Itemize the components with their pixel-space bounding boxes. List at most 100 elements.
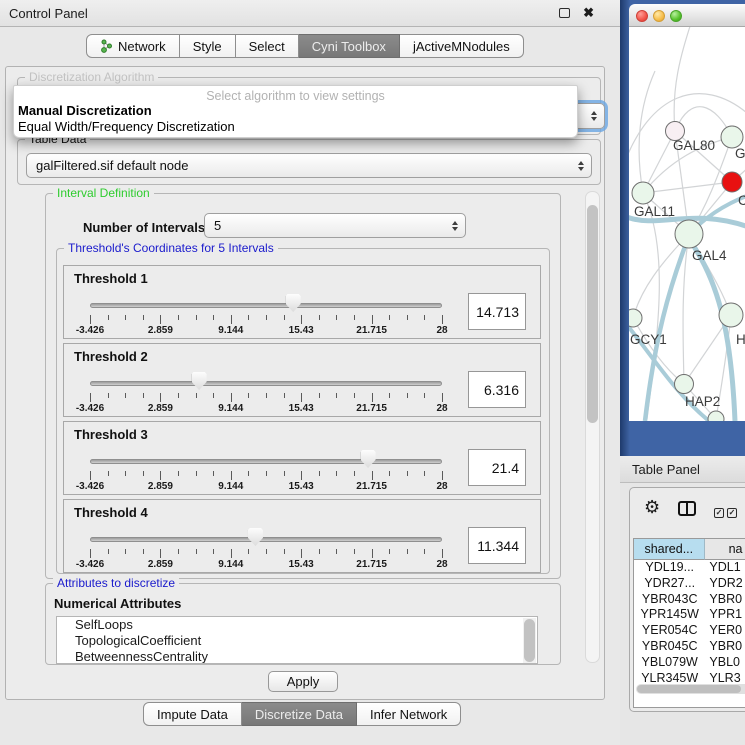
table-row[interactable]: YER054CYER0 xyxy=(634,623,745,639)
cell-shared-name[interactable]: YDR27... xyxy=(634,576,705,592)
tab-bottom-discretize-data[interactable]: Discretize Data xyxy=(242,702,357,726)
slider-tick-labels: -3.4262.8599.14415.4321.71528 xyxy=(90,325,442,336)
column-header-name[interactable]: na xyxy=(705,539,745,560)
cell-name[interactable]: YDR2 xyxy=(705,576,745,592)
gear-icon[interactable]: ⚙ xyxy=(644,497,660,518)
network-nodes[interactable] xyxy=(629,122,743,422)
minimize-traffic-light-icon[interactable] xyxy=(653,10,665,22)
list-scrollbar[interactable] xyxy=(523,618,536,663)
node-gal11[interactable] xyxy=(632,182,654,204)
tab-label: jActiveMNodules xyxy=(413,39,510,54)
threshold-value-box[interactable]: 21.4 xyxy=(468,449,526,486)
slider-handle[interactable] xyxy=(286,294,301,312)
tab-label: Cyni Toolbox xyxy=(312,39,386,54)
threshold-value-box[interactable]: 11.344 xyxy=(468,527,526,564)
tab-label: Network xyxy=(118,39,166,54)
bottom-tab-bar: Impute Data Discretize Data Infer Networ… xyxy=(143,702,461,726)
cell-shared-name[interactable]: YBR043C xyxy=(634,592,705,608)
table-panel-title: Table Panel xyxy=(632,462,700,477)
cell-name[interactable]: YBR0 xyxy=(705,639,745,655)
num-intervals-combo[interactable]: 5 xyxy=(204,213,466,238)
popup-option-equal-width[interactable]: Equal Width/Frequency Discretization xyxy=(14,119,577,135)
tab-top-select[interactable]: Select xyxy=(236,34,299,58)
table-data-combo[interactable]: galFiltered.sif default node xyxy=(26,153,592,178)
group-title: Interval Definition xyxy=(53,186,154,200)
tab-bottom-infer-network[interactable]: Infer Network xyxy=(357,702,461,726)
node-ga[interactable] xyxy=(721,126,743,148)
cell-shared-name[interactable]: YDL19... xyxy=(634,560,705,576)
cell-shared-name[interactable]: YBL079W xyxy=(634,655,705,671)
table-row[interactable]: YLR345WYLR3 xyxy=(634,671,745,682)
threshold-value-box[interactable]: 6.316 xyxy=(468,371,526,408)
network-window-titlebar[interactable] xyxy=(629,4,745,27)
cell-shared-name[interactable]: YER054C xyxy=(634,623,705,639)
zoom-traffic-light-icon[interactable] xyxy=(670,10,682,22)
node-gcy1[interactable] xyxy=(629,309,642,327)
slider-track[interactable] xyxy=(90,459,442,464)
scrollbar-thumb[interactable] xyxy=(587,205,598,423)
cell-name[interactable]: YPR1 xyxy=(705,607,745,623)
node-h[interactable] xyxy=(719,303,743,327)
tab-top-cyni-toolbox[interactable]: Cyni Toolbox xyxy=(299,34,400,58)
slider-handle[interactable] xyxy=(248,528,263,546)
slider-track[interactable] xyxy=(90,381,442,386)
popup-option-manual[interactable]: Manual Discretization xyxy=(14,103,577,119)
tab-top-network[interactable]: Network xyxy=(86,34,180,58)
tab-label: Style xyxy=(193,39,222,54)
float-window-icon[interactable] xyxy=(559,8,570,18)
node-hap2[interactable] xyxy=(675,375,694,394)
attribute-list[interactable]: SelfLoopsTopologicalCoefficientBetweenne… xyxy=(56,616,538,664)
cell-name[interactable]: YDL1 xyxy=(705,560,745,576)
scrollbar-thumb[interactable] xyxy=(637,685,741,693)
slider-handle[interactable] xyxy=(361,450,376,468)
cell-shared-name[interactable]: YLR345W xyxy=(634,671,705,682)
column-header-shared-name[interactable]: shared... xyxy=(634,539,705,560)
threshold-box: Threshold 2 -3.4262.8599.14415.4321.7152… xyxy=(63,343,541,417)
table-row[interactable]: YDL19...YDL1 xyxy=(634,560,745,576)
table-row[interactable]: YBR045CYBR0 xyxy=(634,639,745,655)
slider-track[interactable] xyxy=(90,537,442,542)
label-hap2: HAP2 xyxy=(685,394,720,409)
cell-shared-name[interactable]: YPR145W xyxy=(634,607,705,623)
close-traffic-light-icon[interactable] xyxy=(636,10,648,22)
cell-shared-name[interactable]: YBR045C xyxy=(634,639,705,655)
network-canvas[interactable]: GAL80 GA C GAL11 GAL4 GCY1 H HAP2 xyxy=(629,27,745,421)
interval-definition-group: Interval Definition Number of Intervals … xyxy=(45,193,561,579)
attribute-list-item[interactable]: BetweennessCentrality xyxy=(57,649,537,664)
label-gcy1: GCY1 xyxy=(630,332,667,347)
cell-name[interactable]: YER0 xyxy=(705,623,745,639)
tab-bottom-impute-data[interactable]: Impute Data xyxy=(143,702,242,726)
threshold-value-box[interactable]: 14.713 xyxy=(468,293,526,330)
table-toolbar: ⚙ ✓ ✓ xyxy=(630,488,745,532)
slider-track[interactable] xyxy=(90,303,442,308)
tab-top-style[interactable]: Style xyxy=(180,34,236,58)
close-icon[interactable]: ✖ xyxy=(583,5,594,21)
panel-scrollbar[interactable] xyxy=(585,191,600,663)
table-hscrollbar[interactable] xyxy=(636,684,745,694)
cell-name[interactable]: YBL0 xyxy=(705,655,745,671)
slider-handle[interactable] xyxy=(192,372,207,390)
cell-name[interactable]: YBR0 xyxy=(705,592,745,608)
node-gal4[interactable] xyxy=(675,220,703,248)
table-row[interactable]: YBL079WYBL0 xyxy=(634,655,745,671)
network-view-window: GAL80 GA C GAL11 GAL4 GCY1 H HAP2 xyxy=(629,4,745,421)
threshold-box: Threshold 4 -3.4262.8599.14415.4321.7152… xyxy=(63,499,541,573)
slider-ticks xyxy=(90,549,442,559)
attribute-list-item[interactable]: SelfLoops xyxy=(57,617,537,633)
tab-label: Impute Data xyxy=(157,707,228,722)
tab-top-jactivemnodules[interactable]: jActiveMNodules xyxy=(400,34,524,58)
table-row[interactable]: YDR27...YDR2 xyxy=(634,576,745,592)
attribute-list-item[interactable]: TopologicalCoefficient xyxy=(57,633,537,649)
table-row[interactable]: YPR145WYPR1 xyxy=(634,607,745,623)
threshold-box: Threshold 3 -3.4262.8599.14415.4321.7152… xyxy=(63,421,541,495)
table-panel-body: ⚙ ✓ ✓ shared... na YDL19...YDL1YDR27...Y… xyxy=(620,483,745,745)
apply-button[interactable]: Apply xyxy=(268,671,338,692)
table-row[interactable]: YBR043CYBR0 xyxy=(634,592,745,608)
scrollbar-thumb[interactable] xyxy=(524,619,535,662)
checkbox-icon[interactable]: ✓ xyxy=(714,508,724,518)
checkbox-icon[interactable]: ✓ xyxy=(727,508,737,518)
cell-name[interactable]: YLR3 xyxy=(705,671,745,682)
split-columns-icon[interactable] xyxy=(678,501,696,516)
node-red-selected[interactable] xyxy=(722,172,742,192)
stepper-icon xyxy=(591,111,597,121)
